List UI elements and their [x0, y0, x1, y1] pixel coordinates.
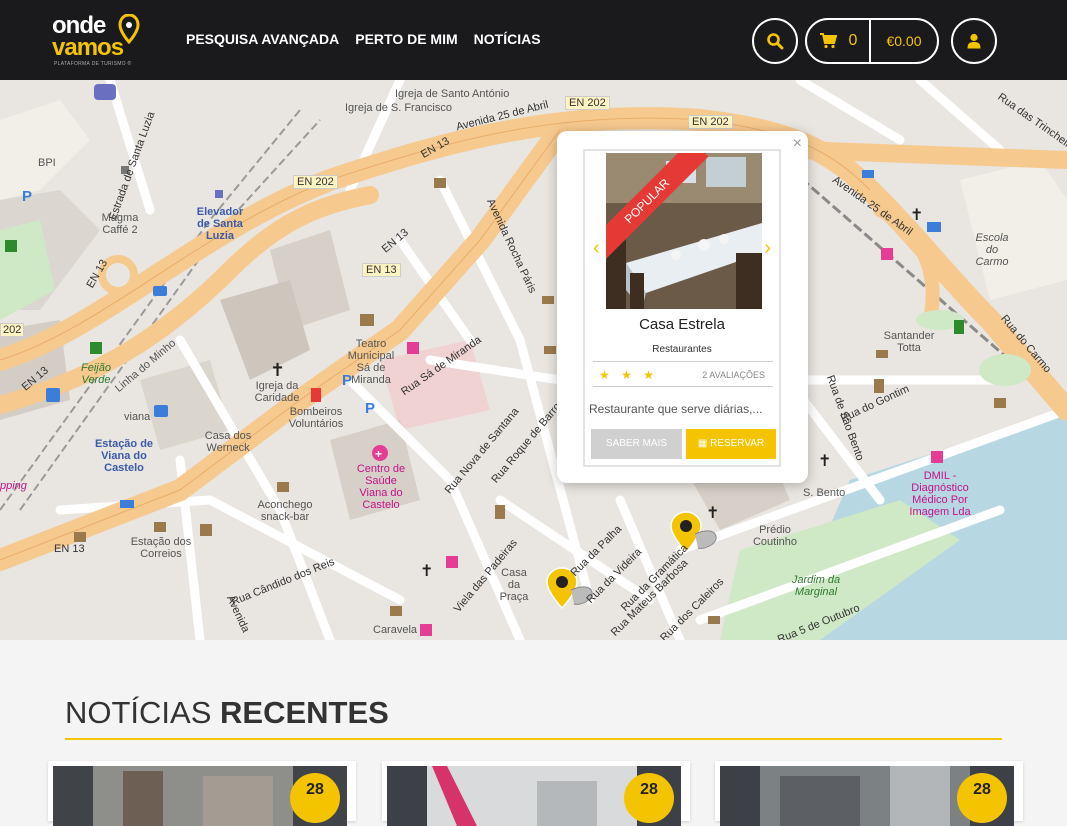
- map-label: Bombeiros Voluntários: [288, 406, 344, 430]
- cart-button[interactable]: 0 €0.00: [805, 18, 939, 64]
- site-header: onde vamos PLATAFORMA DE TURISMO ® PESQU…: [0, 0, 1067, 80]
- nav-advanced-search[interactable]: PESQUISA AVANÇADA: [186, 31, 339, 47]
- map-label: 202: [0, 323, 25, 337]
- map-label: viana: [124, 411, 151, 423]
- svg-text:✝: ✝: [270, 360, 285, 380]
- popular-ribbon: POPULAR: [606, 153, 716, 263]
- book-button[interactable]: ▦ RESERVAR: [686, 429, 776, 459]
- svg-text:✝: ✝: [910, 207, 923, 224]
- search-button[interactable]: [752, 18, 798, 64]
- divider: [593, 386, 773, 387]
- map-label: EN 202: [688, 115, 733, 129]
- map-label: Escola do Carmo: [975, 232, 1009, 268]
- map-pin-icon: [118, 14, 140, 44]
- map-label: Aconchego snack-bar: [257, 499, 313, 523]
- main-nav: PESQUISA AVANÇADA PERTO DE MIM NOTÍCIAS: [186, 31, 541, 47]
- map-label: Magma Caffé 2: [101, 212, 139, 236]
- date-badge: 28: [957, 773, 1007, 823]
- news-card[interactable]: 28: [715, 761, 1023, 826]
- svg-text:✝: ✝: [420, 563, 433, 580]
- divider: [593, 361, 773, 362]
- place-photo[interactable]: POPULAR: [606, 153, 762, 309]
- news-section: NOTÍCIAS RECENTES 28 28 28: [0, 640, 1067, 826]
- map-label: Teatro Municipal Sá de Miranda: [347, 338, 395, 386]
- section-divider: [65, 738, 1002, 740]
- close-icon[interactable]: ×: [793, 135, 802, 153]
- search-icon: [767, 33, 784, 50]
- map-label: Prédio Coutinho: [752, 524, 798, 548]
- cart-count: 0: [848, 32, 858, 49]
- section-title: NOTÍCIAS RECENTES: [65, 695, 389, 731]
- map-label: Igreja da Caridade: [254, 380, 300, 404]
- map-label: Igreja de S. Francisco: [345, 102, 452, 114]
- svg-text:P: P: [365, 400, 375, 417]
- map-label: pping: [0, 480, 27, 492]
- nav-news[interactable]: NOTÍCIAS: [474, 31, 541, 47]
- user-button[interactable]: [951, 18, 997, 64]
- logo[interactable]: onde vamos PLATAFORMA DE TURISMO ®: [52, 12, 152, 70]
- nav-near-me[interactable]: PERTO DE MIM: [355, 31, 457, 47]
- map-label: Santander Totta: [883, 330, 935, 354]
- place-description: Restaurante que serve diárias,...: [589, 402, 763, 416]
- map-label: Caravela: [373, 624, 418, 636]
- rating-stars: ★ ★ ★: [599, 368, 658, 382]
- place-popup: × POPULAR ‹ › Casa Estrela Restaurantes …: [557, 131, 808, 483]
- place-category: Restaurantes: [652, 344, 712, 355]
- svg-text:✝: ✝: [818, 453, 831, 470]
- date-badge: 28: [624, 773, 674, 823]
- user-icon: [967, 33, 981, 49]
- cart-count-area: 0: [807, 20, 871, 62]
- map-label: Casa da Praça: [499, 567, 529, 603]
- svg-text:+: +: [375, 447, 382, 461]
- map-label: Casa dos Werneck: [204, 430, 252, 454]
- map[interactable]: P P P ✝ ✝ ✝ ✝ ✝ + Igreja de S. Francisco…: [0, 80, 1067, 640]
- news-card[interactable]: 28: [382, 761, 690, 826]
- section-title-light: NOTÍCIAS: [65, 695, 221, 730]
- book-button-label: RESERVAR: [710, 438, 765, 449]
- place-title[interactable]: Casa Estrela: [585, 316, 779, 333]
- place-card: POPULAR ‹ › Casa Estrela Restaurantes ★ …: [583, 149, 781, 467]
- news-card[interactable]: 28: [48, 761, 356, 826]
- chevron-right-icon[interactable]: ›: [764, 237, 771, 260]
- map-label: Igreja de Santo António: [395, 88, 510, 100]
- map-label: EN 13: [54, 543, 85, 555]
- review-count: 2 AVALIAÇÕES: [702, 370, 765, 380]
- cart-total: €0.00: [886, 33, 922, 49]
- map-label: Jardim da Marginal: [791, 574, 841, 598]
- logo-tagline: PLATAFORMA DE TURISMO ®: [54, 61, 132, 67]
- map-label: Elevador de Santa Luzia: [196, 206, 244, 242]
- svg-text:P: P: [22, 188, 32, 205]
- map-label: Feijão Verde: [81, 362, 111, 386]
- map-label: S. Bento: [803, 487, 846, 499]
- map-label: Centro de Saúde Viana do Castelo: [356, 463, 406, 511]
- map-label: EN 202: [565, 96, 610, 110]
- cart-icon: [819, 33, 837, 49]
- map-label: Estação dos Correios: [130, 536, 192, 560]
- date-badge: 28: [290, 773, 340, 823]
- svg-text:✝: ✝: [706, 505, 719, 522]
- section-title-bold: RECENTES: [220, 695, 389, 730]
- map-label: EN 13: [362, 263, 401, 277]
- map-label: EN 202: [293, 175, 338, 189]
- chevron-left-icon[interactable]: ‹: [593, 237, 600, 260]
- map-label: Estação de Viana do Castelo: [94, 438, 154, 474]
- learn-more-button[interactable]: SABER MAIS: [591, 429, 682, 459]
- map-label: BPI: [38, 157, 56, 169]
- map-label: DMIL - Diagnóstico Médico Por Imagem Lda: [909, 470, 971, 518]
- calendar-icon: ▦: [697, 438, 711, 449]
- ribbon-label: POPULAR: [606, 153, 709, 263]
- logo-line2: vamos: [52, 34, 124, 61]
